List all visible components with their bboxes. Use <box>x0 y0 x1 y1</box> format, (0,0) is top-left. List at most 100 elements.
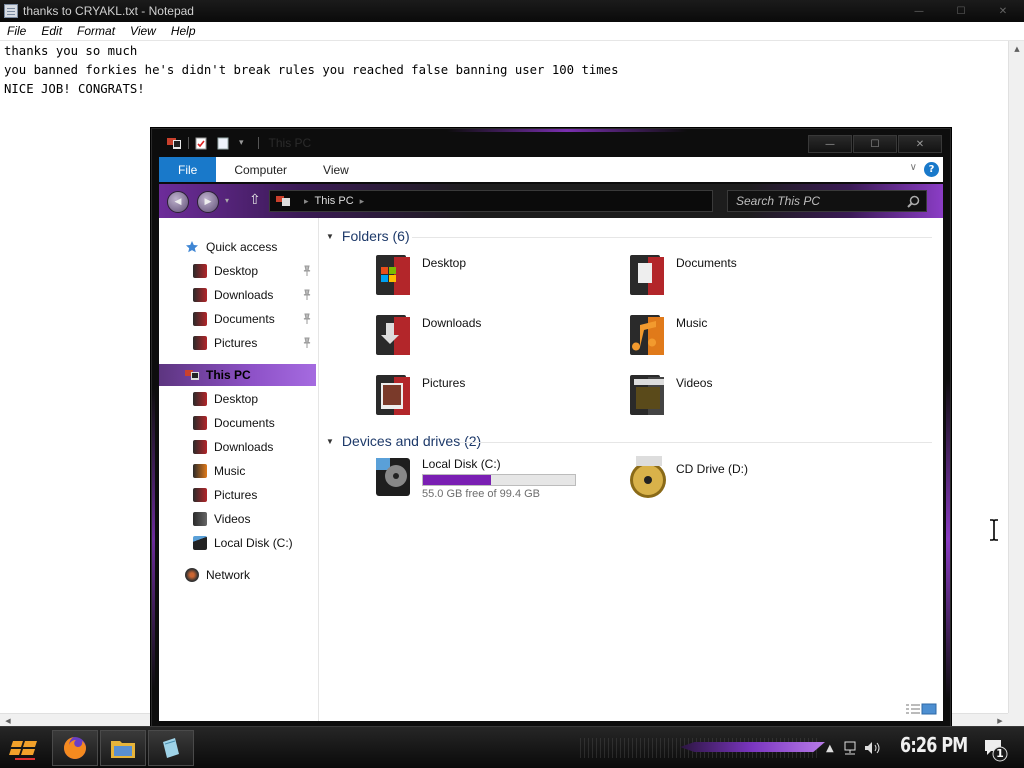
tab-computer[interactable]: Computer <box>216 157 305 182</box>
folder-tile-pictures[interactable]: Pictures <box>372 373 465 419</box>
vertical-scrollbar[interactable]: ▲ <box>1008 41 1024 713</box>
up-button[interactable]: ⇧ <box>249 192 261 208</box>
search-icon[interactable] <box>907 195 920 208</box>
ibeam-cursor-icon <box>990 519 998 541</box>
pin-icon[interactable] <box>302 289 312 300</box>
nav-pc-documents[interactable]: Documents <box>159 412 316 434</box>
nav-quick-downloads[interactable]: Downloads <box>159 284 316 306</box>
nav-quick-desktop[interactable]: Desktop <box>159 260 316 282</box>
pictures-folder-icon <box>376 375 410 415</box>
this-pc-icon <box>276 196 290 206</box>
volume-icon[interactable] <box>864 741 882 755</box>
folder-tile-videos[interactable]: Videos <box>626 373 712 419</box>
this-pc-icon <box>185 370 199 380</box>
help-icon[interactable]: ? <box>924 162 939 177</box>
menu-help[interactable]: Help <box>164 24 204 38</box>
nav-label: Local Disk (C:) <box>214 536 293 550</box>
ribbon: File Computer View ∨ ? <box>159 157 943 182</box>
text-line: you banned forkies he's didn't break rul… <box>4 63 619 77</box>
taskbar-notepad[interactable] <box>148 730 194 766</box>
menu-view[interactable]: View <box>123 24 164 38</box>
nav-pc-pictures[interactable]: Pictures <box>159 484 316 506</box>
divider <box>412 237 932 238</box>
nav-pc-videos[interactable]: Videos <box>159 508 316 530</box>
pin-icon[interactable] <box>302 337 312 348</box>
folder-tile-downloads[interactable]: Downloads <box>372 313 481 359</box>
scroll-up-icon[interactable]: ▲ <box>1009 41 1024 57</box>
chevron-down-icon[interactable]: ▾ <box>239 138 244 148</box>
navigation-pane: Quick access Desktop Downloads Documents… <box>159 218 319 721</box>
notification-count: 1 <box>996 747 1004 760</box>
tab-view[interactable]: View <box>305 157 367 182</box>
explorer-titlebar: ▾ This PC — ☐ ✕ <box>152 129 950 157</box>
separator <box>188 137 189 149</box>
breadcrumb-this-pc[interactable]: This PC <box>315 195 354 207</box>
tile-label: Music <box>676 316 708 330</box>
group-devices[interactable]: ▼ Devices and drives (2) <box>326 430 481 452</box>
minimize-button[interactable]: — <box>808 135 852 153</box>
pin-icon[interactable] <box>302 265 312 276</box>
caption-buttons: — ☐ ✕ <box>898 0 1024 22</box>
taskbar-file-explorer[interactable] <box>100 730 146 766</box>
desktop-folder-icon <box>376 255 410 295</box>
nav-network[interactable]: Network <box>159 564 316 586</box>
collapse-icon[interactable]: ▼ <box>326 437 334 446</box>
nav-pc-local-disk[interactable]: Local Disk (C:) <box>159 532 316 554</box>
menu-bar: File Edit Format View Help <box>0 22 1024 41</box>
address-bar[interactable]: ▸ This PC ▸ <box>269 190 713 212</box>
start-icon <box>9 741 37 760</box>
menu-edit[interactable]: Edit <box>34 24 70 38</box>
nav-pc-desktop[interactable]: Desktop <box>159 388 316 410</box>
drive-icon <box>376 458 410 496</box>
nav-this-pc[interactable]: This PC <box>159 364 316 386</box>
chevron-right-icon[interactable]: ▸ <box>360 196 365 207</box>
close-button[interactable]: ✕ <box>982 0 1024 22</box>
menu-file[interactable]: File <box>0 24 34 38</box>
nav-pc-music[interactable]: Music <box>159 460 316 482</box>
folder-tile-documents[interactable]: Documents <box>626 253 737 299</box>
forward-button[interactable]: ▶ <box>197 191 219 213</box>
drive-tile-c[interactable]: Local Disk (C:) 55.0 GB free of 99.4 GB <box>372 454 576 500</box>
maximize-button[interactable]: ☐ <box>940 0 982 22</box>
frame-glow <box>946 379 950 699</box>
details-view-icon[interactable] <box>905 703 921 715</box>
pin-icon[interactable] <box>302 313 312 324</box>
group-header: Folders (6) <box>341 228 410 244</box>
large-icons-view-icon[interactable] <box>921 703 937 715</box>
nav-pc-downloads[interactable]: Downloads <box>159 436 316 458</box>
nav-quick-access[interactable]: Quick access <box>159 236 316 258</box>
menu-format[interactable]: Format <box>70 24 123 38</box>
properties-icon[interactable] <box>195 137 207 150</box>
start-button[interactable] <box>4 730 46 766</box>
star-icon <box>186 241 198 253</box>
expand-ribbon-icon[interactable]: ∨ <box>910 162 917 173</box>
this-pc-icon <box>167 138 181 149</box>
network-tray-icon[interactable] <box>842 741 858 755</box>
show-hidden-icons-icon[interactable]: ▲ <box>826 743 834 754</box>
back-button[interactable]: ◀ <box>167 191 189 213</box>
folder-tile-desktop[interactable]: Desktop <box>372 253 466 299</box>
nav-quick-pictures[interactable]: Pictures <box>159 332 316 354</box>
clock[interactable]: 6:26 PM <box>900 733 968 757</box>
new-folder-icon[interactable] <box>217 137 229 150</box>
drive-free-space: 55.0 GB free of 99.4 GB <box>422 488 541 500</box>
minimize-button[interactable]: — <box>898 0 940 22</box>
nav-quick-documents[interactable]: Documents <box>159 308 316 330</box>
nav-label: Pictures <box>214 336 258 350</box>
navigation-bar: ◀ ▶ ▾ ⇧ ▸ This PC ▸ Search This PC <box>159 184 943 218</box>
tab-file[interactable]: File <box>159 157 217 182</box>
maximize-button[interactable]: ☐ <box>853 135 897 153</box>
nav-label: Quick access <box>206 240 278 254</box>
folder-icon <box>193 288 207 302</box>
downloads-folder-icon <box>376 315 410 355</box>
search-input[interactable]: Search This PC <box>727 190 927 212</box>
group-folders[interactable]: ▼ Folders (6) <box>326 225 410 247</box>
folder-tile-music[interactable]: Music <box>626 313 707 359</box>
close-button[interactable]: ✕ <box>898 135 942 153</box>
drive-tile-d[interactable]: CD Drive (D:) <box>626 454 748 500</box>
taskbar-firefox[interactable] <box>52 730 98 766</box>
notification-icon[interactable]: 1 <box>982 736 1008 762</box>
collapse-icon[interactable]: ▼ <box>326 232 334 241</box>
notepad-icon <box>4 4 18 18</box>
recent-locations-icon[interactable]: ▾ <box>225 196 229 205</box>
